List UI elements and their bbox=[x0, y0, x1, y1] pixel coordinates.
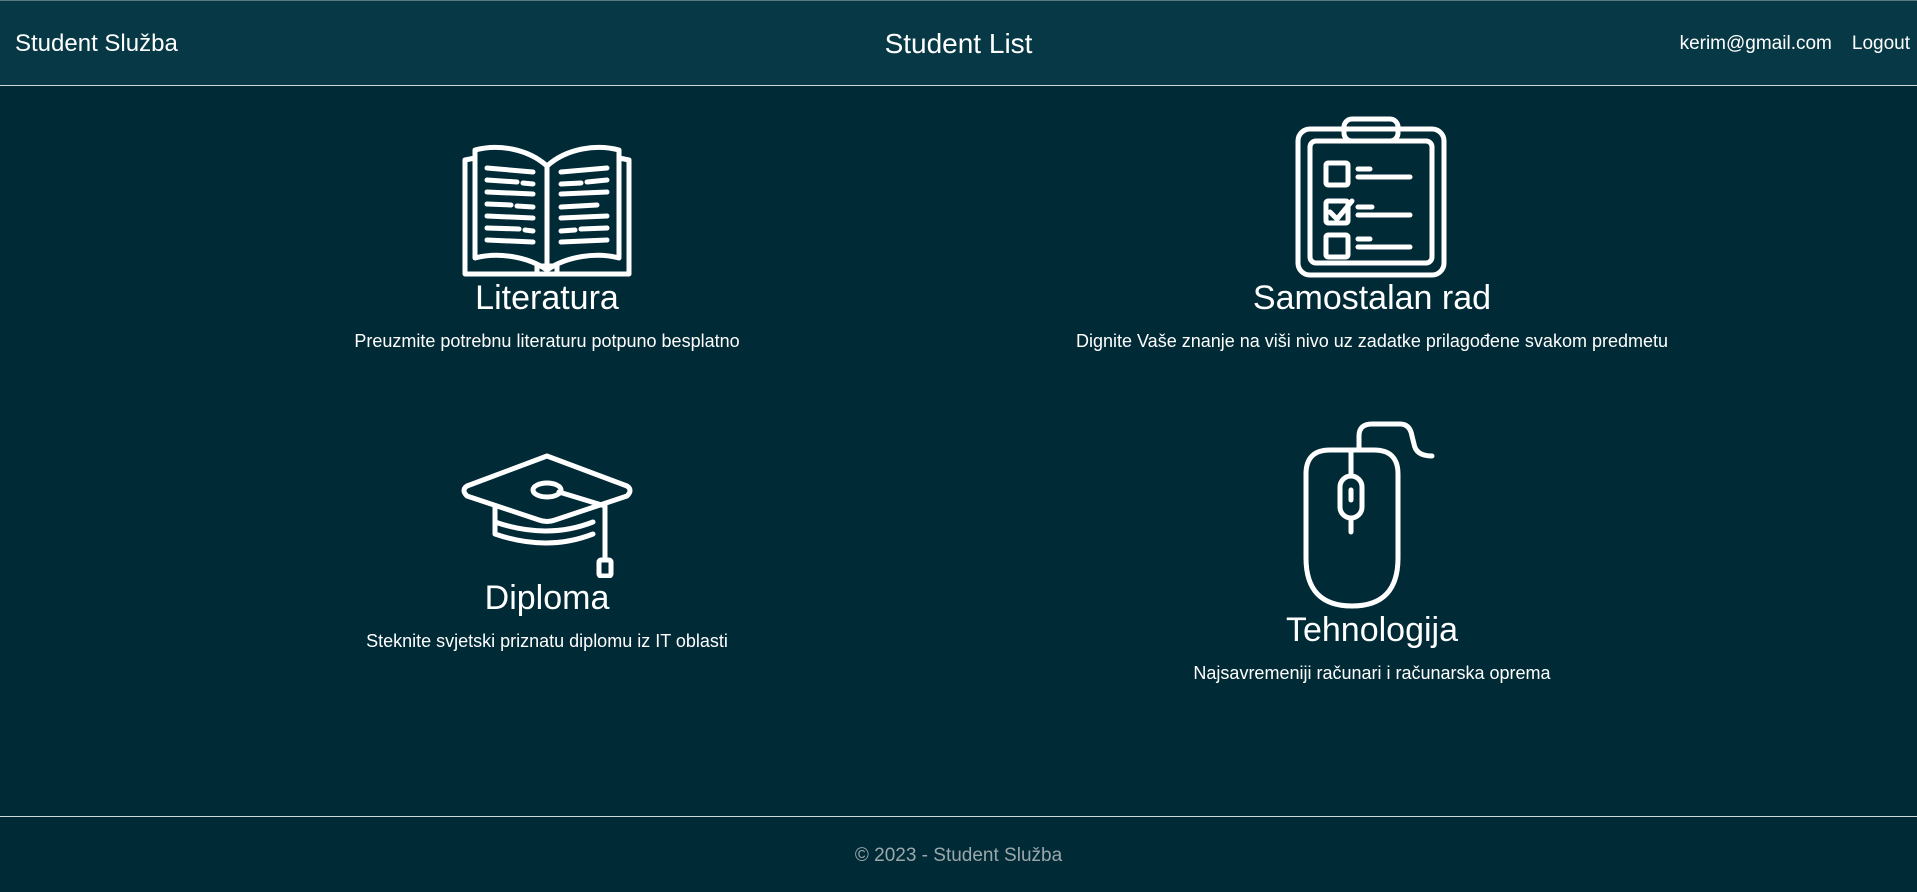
user-nav: kerim@gmail.com Logout bbox=[1680, 33, 1910, 55]
page-title: Student List bbox=[884, 28, 1033, 59]
computer-mouse-icon bbox=[1303, 421, 1435, 609]
feature-title: Diploma bbox=[484, 579, 610, 617]
top-navbar: Student Služba Student List kerim@gmail.… bbox=[0, 0, 1917, 86]
user-email-link[interactable]: kerim@gmail.com bbox=[1680, 33, 1832, 55]
feature-tehnologija: Tehnologija Najsavremeniji računari i ra… bbox=[972, 420, 1772, 684]
feature-title: Tehnologija bbox=[1285, 611, 1459, 649]
feature-diploma: Diploma Steknite svjetski priznatu diplo… bbox=[147, 448, 947, 652]
feature-description: Najsavremeniji računari i računarska opr… bbox=[1193, 663, 1551, 683]
logout-link[interactable]: Logout bbox=[1852, 33, 1910, 55]
footer: © 2023 - Student Služba bbox=[0, 816, 1917, 892]
footer-copyright: © 2023 - Student Služba bbox=[854, 845, 1063, 866]
clipboard-checklist-icon bbox=[1295, 116, 1447, 278]
open-book-icon bbox=[462, 144, 632, 277]
feature-description: Dignite Vaše znanje na viši nivo uz zada… bbox=[1075, 331, 1668, 351]
graduation-cap-icon bbox=[461, 453, 633, 578]
feature-literatura: Literatura Preuzmite potrebnu literaturu… bbox=[147, 128, 947, 352]
brand-link[interactable]: Student Služba bbox=[15, 30, 178, 58]
feature-description: Preuzmite potrebnu literaturu potpuno be… bbox=[354, 331, 740, 351]
feature-title: Literatura bbox=[475, 279, 619, 317]
feature-title: Samostalan rad bbox=[1252, 279, 1492, 317]
feature-samostalan-rad: Samostalan rad Dignite Vaše znanje na vi… bbox=[972, 113, 1772, 352]
feature-description: Steknite svjetski priznatu diplomu iz IT… bbox=[366, 631, 728, 651]
